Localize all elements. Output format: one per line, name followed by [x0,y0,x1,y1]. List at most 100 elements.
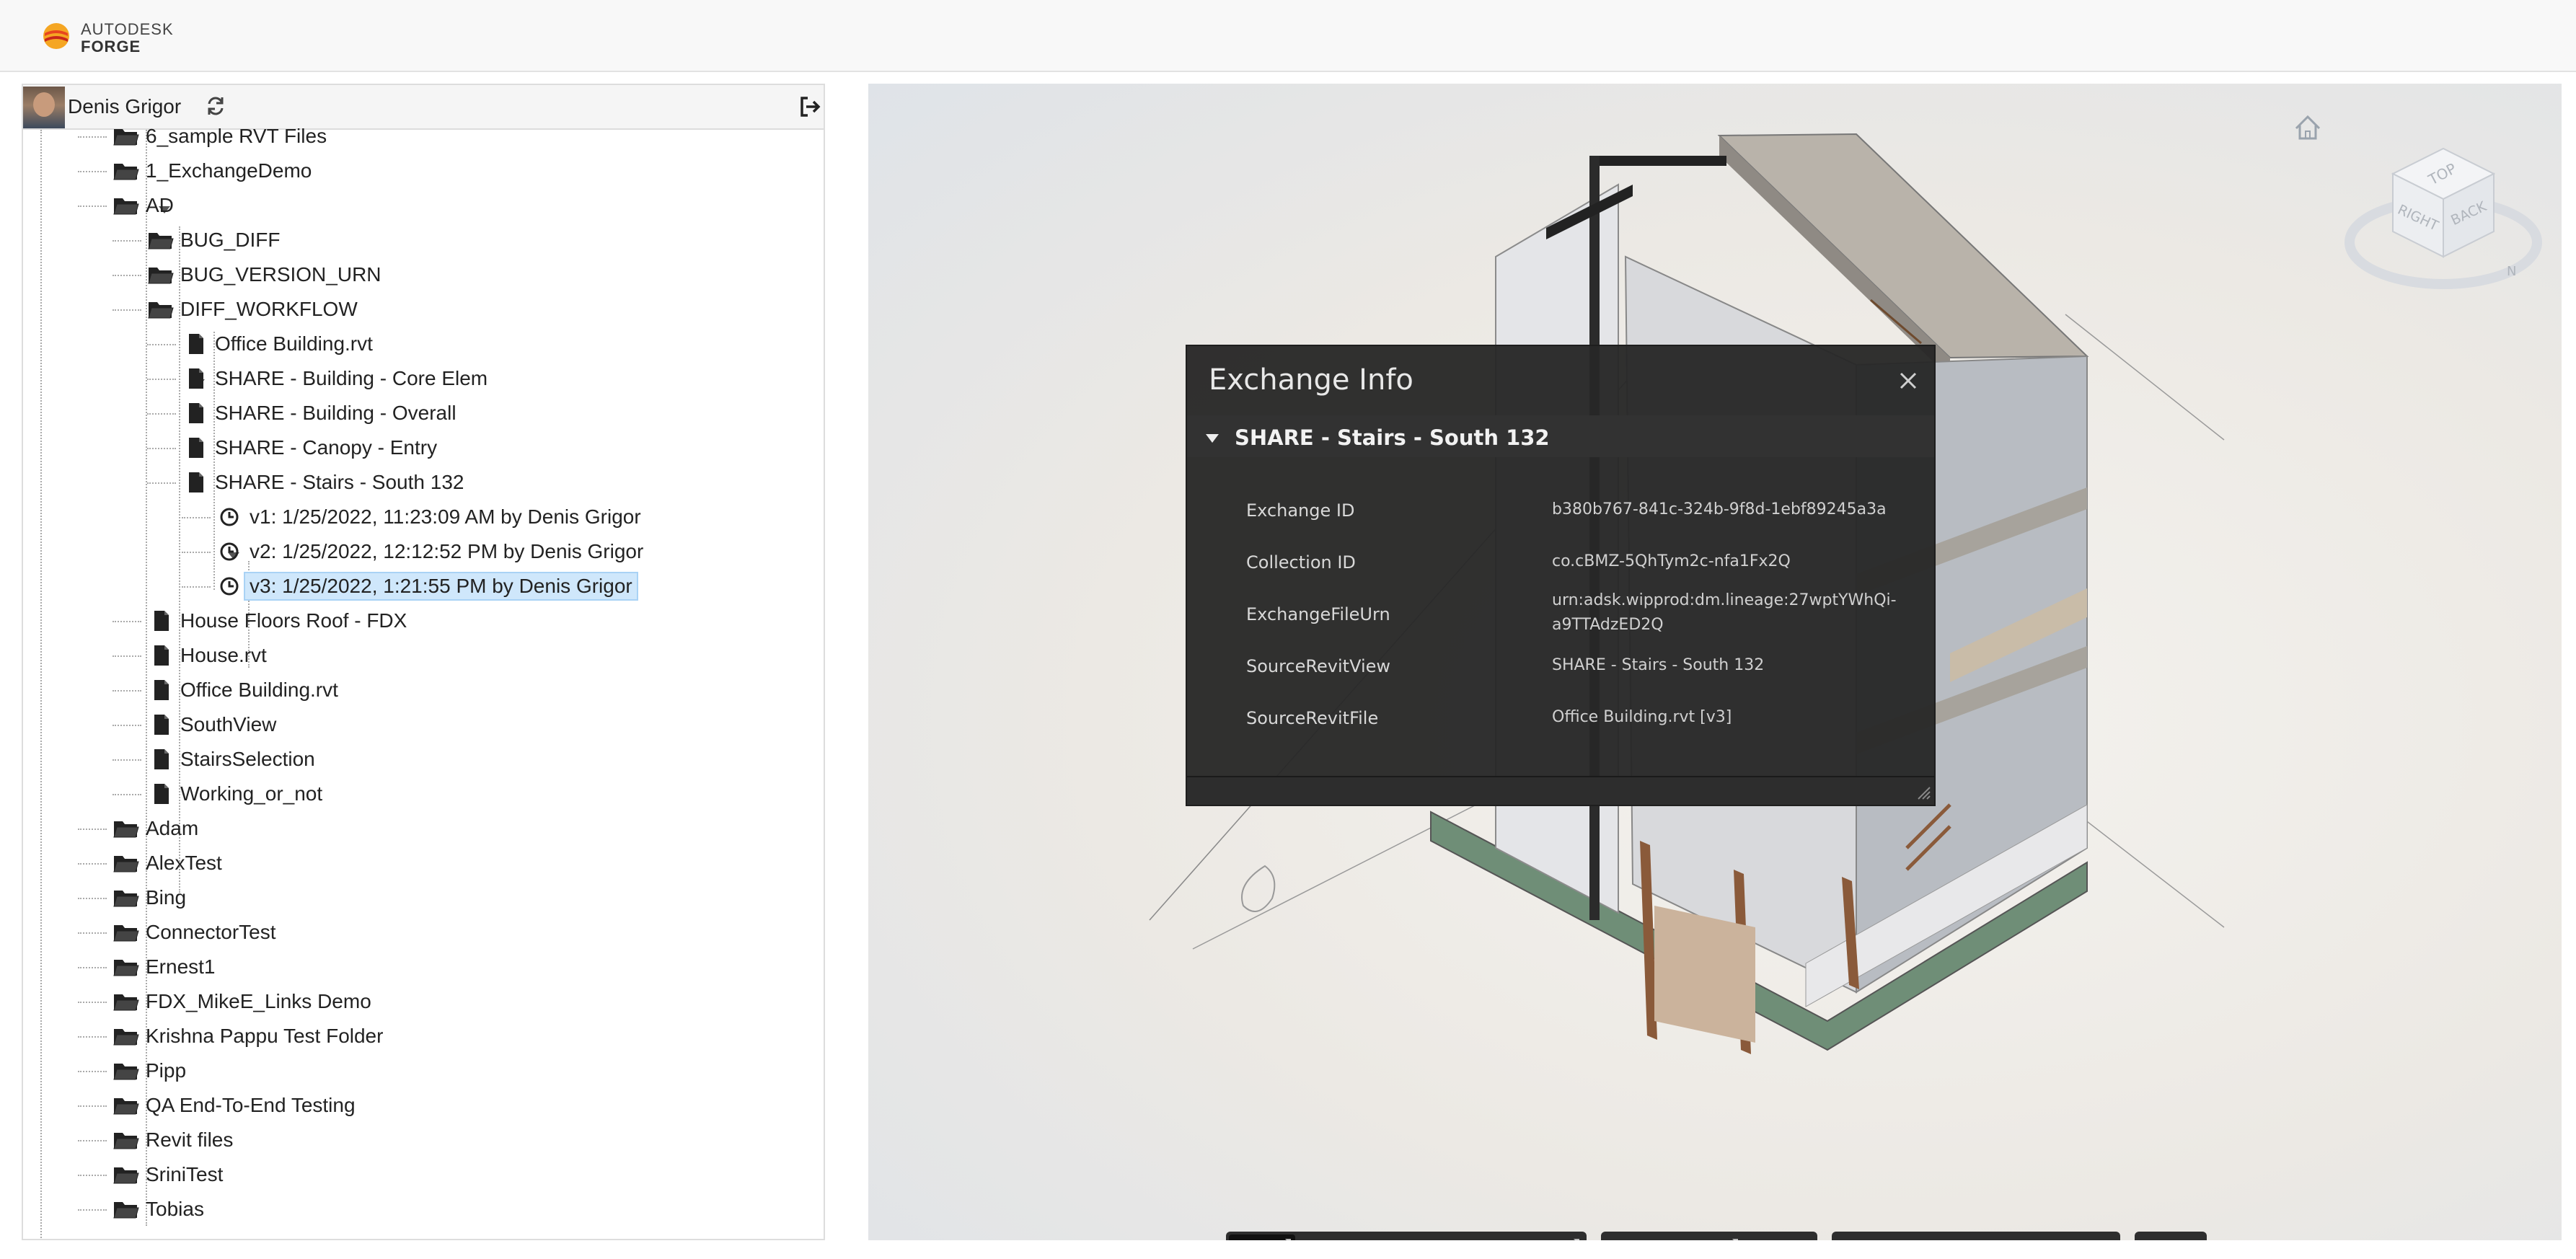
tree-item-label: Working_or_not [180,782,323,805]
file-icon [147,644,175,667]
tree-guide-line [147,413,176,415]
tree-file-item[interactable]: Office Building.rvt [147,673,338,707]
close-icon[interactable] [1897,369,1920,392]
tree-folder-item[interactable]: BUG_DIFF [147,224,280,257]
tree-file-item[interactable]: House.rvt [147,639,267,672]
collapse-caret-icon[interactable] [1206,434,1219,443]
tree-folder-item[interactable]: ConnectorTest [113,916,276,949]
tree-version-item[interactable]: v1: 1/25/2022, 11:23:09 AM by Denis Grig… [216,500,641,534]
tree-file-item[interactable]: SHARE - Building - Overall [182,397,456,430]
tree-folder-item[interactable]: Krishna Pappu Test Folder [113,1020,383,1053]
tree-folder-item[interactable]: Adam [113,812,198,845]
tree-item-label: SHARE - Building - Overall [215,402,456,424]
logout-icon[interactable] [798,95,821,118]
file-icon [147,679,175,702]
tree-guide-line [182,586,211,588]
tree-folder-item[interactable]: DIFF_WORKFLOW [147,293,358,326]
tree-guide-line [113,794,141,795]
tree-folder-item[interactable]: 1_ExchangeDemo [113,154,312,187]
source-revit-view-label: SourceRevitView [1246,656,1391,676]
clock-icon [216,540,244,563]
tree-item-label: House.rvt [180,644,267,666]
tree-file-item[interactable]: House Floors Roof - FDX [147,604,407,637]
tree-file-item[interactable]: SHARE - Building - Core Elem [182,362,488,395]
tree-item-label: StairsSelection [180,748,315,770]
tree-folder-item[interactable]: Bing [113,881,186,914]
tree-guide-line [113,759,141,761]
explode-button[interactable] [1748,1234,1814,1240]
exchange-panel-footer [1187,776,1934,805]
tree-version-item[interactable]: v3: 1/25/2022, 1:21:55 PM by Denis Grigo… [216,570,638,603]
tree-file-item[interactable]: SHARE - Stairs - South 132 [182,466,464,499]
tree-item-label: 6_sample RVT Files [146,125,327,147]
tree-folder-item[interactable]: SriniTest [113,1158,223,1191]
extension-button[interactable] [2138,1234,2204,1240]
pan-button[interactable] [1301,1234,1367,1240]
stair-landing [1654,906,1755,1043]
tree-folder-item[interactable]: AlexTest [113,847,222,880]
properties-button[interactable] [1907,1234,1973,1240]
refresh-icon[interactable] [205,95,226,117]
tree-folder-item[interactable]: FDX_MikeE_Links Demo [113,985,371,1018]
folder-open-icon [113,125,140,148]
tree-guide-line [147,448,176,449]
exchange-file-urn-label: ExchangeFileUrn [1246,604,1390,624]
clock-icon [216,575,244,598]
tree-guide-line [182,517,211,518]
folder-open-icon [147,298,175,321]
tree-folder-item[interactable]: Tobias [113,1193,204,1226]
navigation-toolbar [1226,1232,1587,1240]
tree-item-label: v1: 1/25/2022, 11:23:09 AM by Denis Grig… [250,505,641,528]
exchange-info-panel[interactable]: Exchange Info SHARE - Stairs - South 132… [1186,345,1936,806]
tree-folder-item[interactable]: 6_sample RVT Files [113,120,327,153]
tree-item-label: v2: 1/25/2022, 12:12:52 PM by Denis Grig… [250,540,644,562]
measure-button[interactable] [1604,1234,1670,1240]
tree-file-item[interactable]: SHARE - Canopy - Entry [182,431,437,464]
data-tree-panel: Denis Grigor 6_sample RVT Files 1_Exchang… [22,84,825,1240]
folder-open-icon [113,852,140,875]
brand-line2: FORGE [81,37,141,56]
fullscreen-button[interactable] [2051,1234,2117,1240]
tree-guide-line [78,206,107,207]
model-browser-button[interactable] [1835,1234,1901,1240]
tree-item-label: 1_ExchangeDemo [146,159,312,182]
tree-item-label: Krishna Pappu Test Folder [146,1025,384,1047]
tree-item-label: BUG_DIFF [180,229,281,251]
tree-folder-item[interactable]: AD [113,189,174,222]
autodesk-forge-logo[interactable]: AUTODESK FORGE [40,17,228,58]
tree-guide-line [78,1209,107,1211]
tree-guide-line [78,1002,107,1003]
tree-file-item[interactable]: StairsSelection [147,743,315,776]
viewcube[interactable]: TOP RIGHT BACK N [2342,134,2544,307]
tree-guide-line [113,725,141,726]
tree-item-label: FDX_MikeE_Links Demo [146,990,371,1012]
tree-folder-item[interactable]: Revit files [113,1123,233,1157]
tree-file-item[interactable]: Office Building.rvt [182,327,373,361]
tree-file-item[interactable]: SouthView [147,708,276,741]
tree-folder-item[interactable]: BUG_VERSION_URN [147,258,381,291]
flyout-indicator [1285,1239,1291,1240]
exchange-id-label: Exchange ID [1246,500,1355,521]
home-icon[interactable] [2290,111,2325,146]
folder-open-icon [113,990,140,1013]
zoom-button[interactable] [1373,1234,1439,1240]
first-person-button[interactable] [1445,1234,1512,1240]
folder-open-icon [147,229,175,252]
tree-guide-line [78,1175,107,1176]
tree-item-label: BUG_VERSION_URN [180,263,381,286]
tree-version-item[interactable]: v2: 1/25/2022, 12:12:52 PM by Denis Grig… [216,535,643,568]
folder-tree: 6_sample RVT Files 1_ExchangeDemo AD BUG_DI… [23,125,824,1239]
tree-item-label: SriniTest [146,1163,224,1185]
folder-open-icon [113,886,140,909]
camera-button[interactable] [1517,1234,1584,1240]
tree-folder-item[interactable]: Pipp [113,1054,186,1087]
tree-guide-line [113,309,141,311]
tree-folder-item[interactable]: Ernest1 [113,950,216,984]
tree-guide-line [113,240,141,242]
section-button[interactable] [1676,1234,1742,1240]
resize-handle-icon[interactable] [1915,785,1931,800]
orbit-button[interactable] [1229,1234,1295,1240]
settings-button[interactable] [1979,1234,2045,1240]
tree-folder-item[interactable]: QA End-To-End Testing [113,1089,356,1122]
tree-file-item[interactable]: Working_or_not [147,777,322,810]
